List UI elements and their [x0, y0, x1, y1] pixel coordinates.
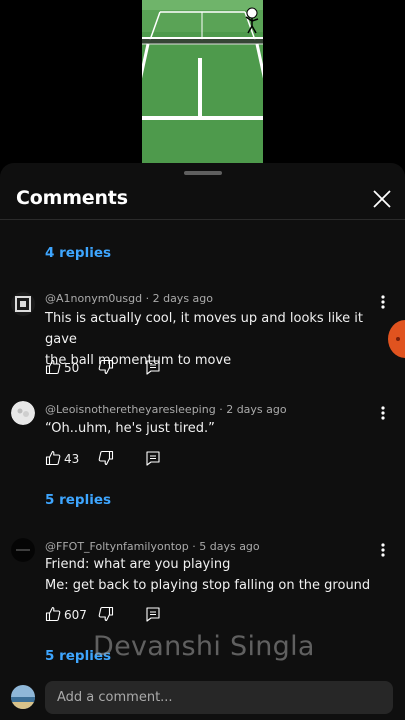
video-preview[interactable] — [142, 0, 263, 163]
thumbs-down-icon — [98, 359, 114, 375]
comment-composer: Add a comment... — [0, 673, 405, 720]
tennis-court-image — [142, 0, 263, 163]
reply-button[interactable] — [145, 359, 161, 379]
avatar[interactable] — [11, 538, 35, 562]
avatar[interactable] — [11, 401, 35, 425]
reply-button[interactable] — [145, 606, 161, 626]
comment-meta: @A1nonym0usgd · 2 days ago — [45, 292, 213, 305]
comment-actions: 50 — [45, 359, 185, 379]
like-button[interactable]: 50 — [45, 359, 85, 379]
meta-separator: · — [142, 292, 153, 305]
comments-header: Comments — [0, 163, 405, 220]
comment-meta: @FFOT_Foltynfamilyontop · 5 days ago — [45, 540, 260, 553]
comment-text-line: Friend: what are you playing — [45, 557, 231, 572]
reply-icon — [146, 451, 160, 466]
like-button[interactable]: 43 — [45, 450, 85, 470]
comment-text-line: Me: get back to playing stop falling on … — [45, 578, 371, 593]
comment-age: 2 days ago — [152, 292, 214, 305]
like-count: 50 — [64, 361, 80, 375]
comment-text: Friend: what are you playing Me: get bac… — [45, 554, 380, 596]
comment-text: “Oh..uhm, he's just tired.” — [45, 418, 380, 439]
meta-separator: · — [215, 403, 227, 416]
floating-sticker[interactable] — [388, 320, 405, 358]
view-replies-link[interactable]: 4 replies — [45, 245, 111, 261]
thumbs-down-icon — [98, 606, 114, 622]
thumbs-down-icon — [98, 450, 114, 466]
dislike-button[interactable] — [98, 450, 114, 470]
comment-author[interactable]: @FFOT_Foltynfamilyontop — [45, 540, 189, 553]
reply-icon — [146, 607, 160, 622]
comment-meta: @Leoisnotheretheyaresleeping · 2 days ag… — [45, 403, 287, 416]
view-replies-link[interactable]: 5 replies — [45, 492, 111, 508]
like-button[interactable]: 607 — [45, 606, 89, 626]
comment-age: 2 days ago — [226, 403, 287, 416]
thumbs-up-icon — [45, 606, 61, 622]
comment-age: 5 days ago — [199, 540, 260, 553]
comment-actions: 43 — [45, 450, 185, 470]
comment-text-line: “Oh..uhm, he's just tired.” — [45, 421, 215, 436]
comment-author[interactable]: @A1nonym0usgd — [45, 292, 142, 305]
watermark-text: Devanshi Singla — [93, 631, 315, 662]
comments-title: Comments — [16, 187, 128, 209]
reply-icon — [146, 360, 160, 375]
dislike-button[interactable] — [98, 359, 114, 379]
meta-separator: · — [188, 540, 200, 553]
comment-actions: 607 — [45, 606, 185, 626]
avatar[interactable] — [11, 292, 35, 316]
close-icon[interactable] — [371, 188, 393, 210]
dislike-button[interactable] — [98, 606, 114, 626]
user-avatar[interactable] — [11, 685, 35, 709]
like-count: 607 — [64, 608, 87, 622]
comment-text-line: This is actually cool, it moves up and l… — [45, 311, 363, 347]
thumbs-up-icon — [45, 359, 61, 375]
like-count: 43 — [64, 452, 80, 466]
add-comment-input[interactable]: Add a comment... — [45, 681, 393, 714]
thumbs-up-icon — [45, 450, 61, 466]
comment-author[interactable]: @Leoisnotheretheyaresleeping — [45, 403, 216, 416]
reply-button[interactable] — [145, 450, 161, 470]
